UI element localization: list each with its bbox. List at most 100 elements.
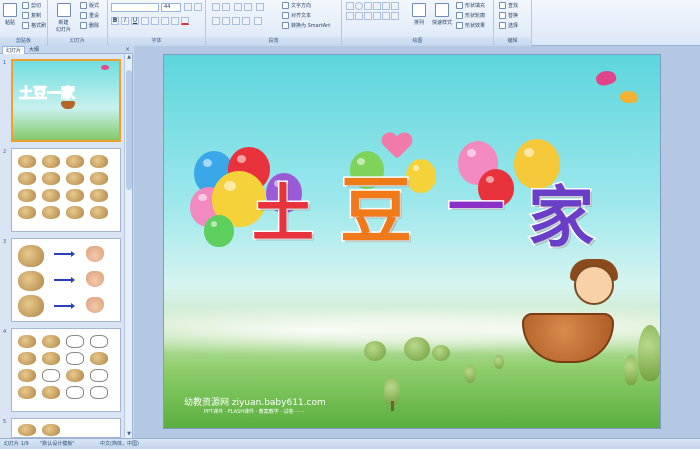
layout-button[interactable]: 版式 xyxy=(80,2,99,9)
scroll-thumb[interactable] xyxy=(126,70,132,190)
slide-thumbnail-3[interactable] xyxy=(11,238,121,322)
theme-name: "默认设计模板" xyxy=(40,441,75,447)
char-spacing-button[interactable] xyxy=(161,17,169,25)
fill-bucket-icon xyxy=(456,2,463,9)
align-center-button[interactable] xyxy=(222,17,230,25)
slide-thumbnail-4[interactable] xyxy=(11,328,121,412)
copy-button[interactable]: 复制 xyxy=(22,12,41,19)
select-button[interactable]: 选择 xyxy=(499,22,518,29)
potato-image xyxy=(18,386,36,399)
potato-image xyxy=(18,424,36,436)
shadow-button[interactable] xyxy=(151,17,159,25)
bold-button[interactable]: B xyxy=(111,17,119,25)
slides-group: 新建 幻灯片 版式 重设 删除 幻灯片 xyxy=(48,0,108,46)
scroll-down-icon[interactable]: ▼ xyxy=(125,431,133,438)
potato-image xyxy=(18,295,44,317)
title-char-2: 豆 xyxy=(338,169,413,253)
italic-button[interactable]: I xyxy=(121,17,129,25)
shape-effects-button[interactable]: 形状效果 xyxy=(456,22,485,29)
shape-outline-button[interactable]: 形状轮廓 xyxy=(456,12,485,19)
justify-button[interactable] xyxy=(242,17,250,25)
potato-image xyxy=(42,424,60,436)
underline-button[interactable]: U xyxy=(131,17,139,25)
shape-fill-button[interactable]: 形状填充 xyxy=(456,2,485,9)
panel-scrollbar[interactable]: ▲ ▼ xyxy=(124,54,132,438)
columns-button[interactable] xyxy=(254,17,262,25)
shape-line-icon[interactable] xyxy=(364,2,372,10)
language-indicator: 中文(简体，中国) xyxy=(100,441,139,447)
ribbon: 粘贴 剪切 复制 格式刷 剪贴板 新建 幻灯片 版式 重设 删除 幻灯片 44 xyxy=(0,0,700,46)
paste-button[interactable]: 粘贴 xyxy=(3,3,17,26)
slide-thumbnail-5[interactable] xyxy=(11,418,121,438)
tab-slides[interactable]: 幻灯片 xyxy=(2,46,26,54)
format-painter-button[interactable]: 格式刷 xyxy=(22,22,46,29)
main-slide[interactable]: 土 豆 一 家 幼教资源网 ziyuan.baby611.com PPT课件 ·… xyxy=(163,54,661,429)
shape-callout-icon[interactable] xyxy=(373,12,381,20)
copy-icon xyxy=(22,12,29,19)
delete-slide-button[interactable]: 删除 xyxy=(80,22,99,29)
shape-brace-icon[interactable] xyxy=(364,12,372,20)
tab-outline[interactable]: 大纲 xyxy=(26,46,42,54)
potato-image xyxy=(66,369,84,382)
editing-group: 查找 替换 选择 编辑 xyxy=(494,0,532,46)
arrange-button[interactable]: 排列 xyxy=(412,3,426,26)
potato-image xyxy=(90,206,108,219)
potato-image xyxy=(42,172,60,185)
thumbnail-title: 土豆一家 xyxy=(19,86,76,103)
sketch-image xyxy=(66,335,84,348)
shape-triangle-icon[interactable] xyxy=(382,2,390,10)
thumbnail-number: 3 xyxy=(3,239,7,245)
convert-smartart-button[interactable]: 转换为 SmartArt xyxy=(282,22,330,29)
numbering-button[interactable] xyxy=(222,3,230,11)
new-slide-icon xyxy=(56,3,71,17)
text-direction-button[interactable]: 文字方向 xyxy=(282,2,311,9)
cut-button[interactable]: 剪切 xyxy=(22,2,41,9)
shape-block-arrow-icon[interactable] xyxy=(382,12,390,20)
slide-thumbnail-1[interactable]: 土豆一家 xyxy=(11,59,121,142)
arrow-icon xyxy=(54,303,75,309)
shrink-font-button[interactable] xyxy=(194,3,202,11)
scroll-up-icon[interactable]: ▲ xyxy=(125,54,133,61)
potato-image xyxy=(42,155,60,168)
font-size-field[interactable]: 44 xyxy=(161,3,181,12)
sketch-image xyxy=(90,335,108,348)
bullets-button[interactable] xyxy=(212,3,220,11)
editing-group-label: 编辑 xyxy=(494,37,531,46)
shape-rectangle-icon[interactable] xyxy=(346,2,354,10)
align-text-button[interactable]: 对齐文本 xyxy=(282,12,311,19)
replace-icon xyxy=(499,12,506,19)
close-panel-icon[interactable]: × xyxy=(125,46,130,54)
sketch-image xyxy=(66,352,84,365)
potato-image xyxy=(66,189,84,202)
shape-oval-icon[interactable] xyxy=(355,2,363,10)
change-case-button[interactable] xyxy=(171,17,179,25)
potato-image xyxy=(90,172,108,185)
shape-arrow-icon[interactable] xyxy=(373,2,381,10)
align-left-button[interactable] xyxy=(212,17,220,25)
line-spacing-button[interactable] xyxy=(256,3,264,11)
replace-button[interactable]: 替换 xyxy=(499,12,518,19)
new-slide-button[interactable]: 新建 幻灯片 xyxy=(56,3,71,33)
reset-button[interactable]: 重设 xyxy=(80,12,99,19)
shape-more-icon[interactable] xyxy=(391,12,399,20)
decrease-indent-button[interactable] xyxy=(234,3,242,11)
font-name-field[interactable] xyxy=(111,3,159,12)
font-color-button[interactable] xyxy=(181,17,189,25)
thumbnail-basket xyxy=(61,101,75,109)
increase-indent-button[interactable] xyxy=(244,3,252,11)
find-button[interactable]: 查找 xyxy=(499,2,518,9)
layout-icon xyxy=(80,2,87,9)
strikethrough-button[interactable] xyxy=(141,17,149,25)
quick-styles-button[interactable]: 快速样式 xyxy=(432,3,452,26)
hand-image xyxy=(86,297,104,313)
slide-thumbnail-2[interactable] xyxy=(11,148,121,232)
tree xyxy=(638,325,660,381)
shape-textbox-icon[interactable] xyxy=(346,12,354,20)
cursor-icon xyxy=(499,22,506,29)
shape-star-icon[interactable] xyxy=(355,12,363,20)
align-right-button[interactable] xyxy=(232,17,240,25)
shape-curve-icon[interactable] xyxy=(391,2,399,10)
grow-font-button[interactable] xyxy=(184,3,192,11)
potato-image xyxy=(42,386,60,399)
tree xyxy=(364,341,386,361)
